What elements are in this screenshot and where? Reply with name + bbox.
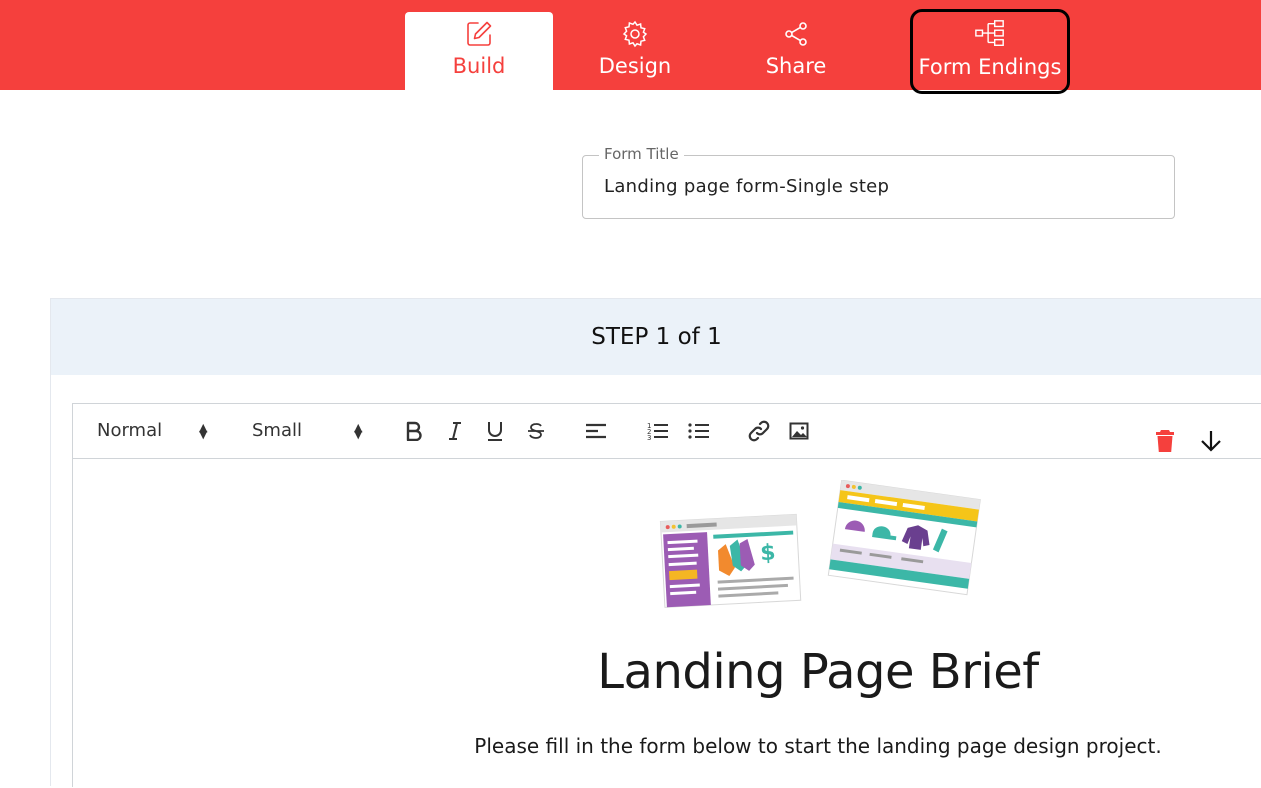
arrow-down-icon[interactable] xyxy=(1198,428,1224,454)
tab-design[interactable]: Design xyxy=(565,12,705,90)
bullet-list-icon[interactable] xyxy=(686,418,712,444)
select-arrows-icon: ▲ ▼ xyxy=(354,420,363,441)
step-panel: STEP 1 of 1 Normal ▲ ▼ Small ▲ ▼ 1 2 3 $… xyxy=(50,298,1261,787)
pencil-square-icon xyxy=(463,18,495,50)
link-icon[interactable] xyxy=(746,418,772,444)
image-icon[interactable] xyxy=(786,418,812,444)
svg-text:3: 3 xyxy=(647,434,651,441)
align-left-icon[interactable] xyxy=(583,418,609,444)
form-title-field[interactable]: Form Title xyxy=(582,145,1175,219)
header-select[interactable]: Normal ▲ ▼ xyxy=(97,420,207,441)
step-header: STEP 1 of 1 xyxy=(51,299,1261,375)
landing-page-illustration: $ xyxy=(659,480,981,608)
share-icon xyxy=(780,18,812,50)
bold-icon[interactable] xyxy=(401,418,427,444)
editor-content[interactable]: $ Landing Page Brief Please fill in the … xyxy=(73,460,1261,788)
tab-build[interactable]: Build xyxy=(405,12,553,90)
italic-icon[interactable] xyxy=(442,418,468,444)
flow-diagram-icon xyxy=(974,18,1006,50)
tab-share-label: Share xyxy=(765,54,827,78)
tab-form-endings[interactable]: Form Endings xyxy=(910,9,1070,94)
strikethrough-icon[interactable] xyxy=(523,418,549,444)
top-nav-bar: Build Design Share Form Endings xyxy=(0,0,1261,94)
tab-share[interactable]: Share xyxy=(730,12,862,90)
brief-subtitle: Please fill in the form below to start t… xyxy=(474,734,1162,758)
gear-icon xyxy=(619,18,651,50)
svg-text:$: $ xyxy=(760,541,777,567)
ordered-list-icon[interactable]: 123 xyxy=(645,418,671,444)
editor-toolbar: Normal ▲ ▼ Small ▲ ▼ 123 xyxy=(73,404,1261,459)
header-select-value: Normal xyxy=(97,420,163,441)
underline-icon[interactable] xyxy=(482,418,508,444)
size-select[interactable]: Small ▲ ▼ xyxy=(252,420,362,441)
size-select-value: Small xyxy=(252,420,302,441)
tab-design-label: Design xyxy=(598,54,672,78)
tab-form-endings-label: Form Endings xyxy=(918,55,1062,79)
form-title-label: Form Title xyxy=(599,145,684,163)
brief-title: Landing Page Brief xyxy=(597,644,1039,700)
form-title-input[interactable] xyxy=(604,176,1164,197)
tab-build-label: Build xyxy=(452,54,506,78)
trash-icon[interactable] xyxy=(1152,428,1178,454)
rich-text-editor[interactable]: Normal ▲ ▼ Small ▲ ▼ 123 $ Landing Page … xyxy=(72,403,1261,787)
select-arrows-icon: ▲ ▼ xyxy=(199,420,208,441)
